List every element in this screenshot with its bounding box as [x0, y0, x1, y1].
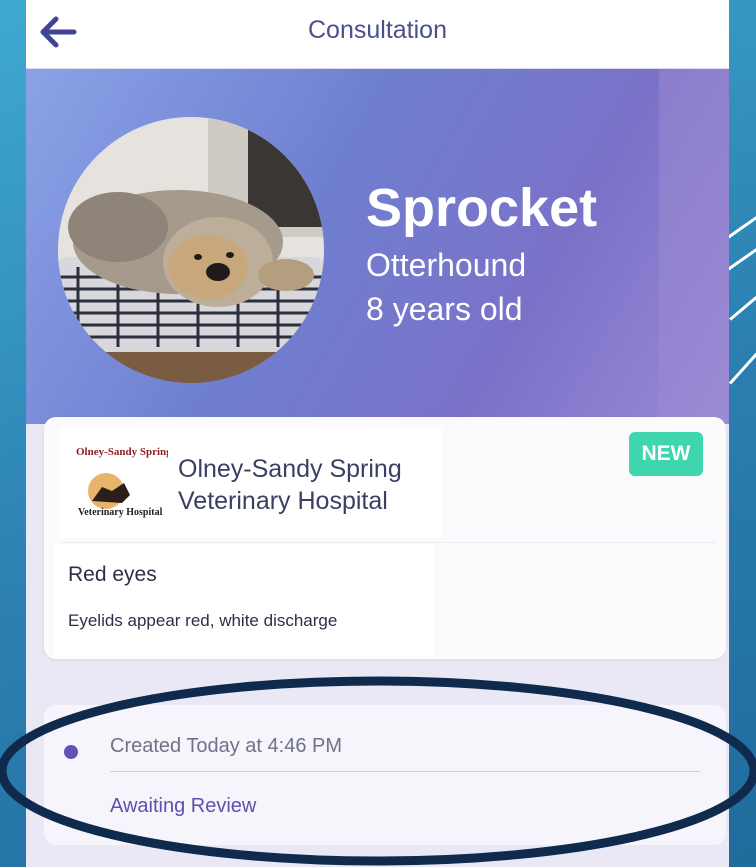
app-screen: Consultation Sprocket Otterhound 8 years… — [26, 0, 729, 867]
svg-text:Olney-Sandy Spring: Olney-Sandy Spring — [76, 446, 168, 458]
status-card: Created Today at 4:46 PM Awaiting Review — [44, 705, 726, 845]
decorative-line — [727, 213, 756, 239]
consultation-details: Red eyes Eyelids appear red, white disch… — [54, 545, 434, 655]
consultation-card[interactable]: Olney-Sandy Spring Veterinary Hospital O… — [44, 417, 726, 659]
new-badge: NEW — [629, 432, 703, 476]
decorative-line — [727, 245, 756, 271]
status-dot-icon — [64, 745, 78, 759]
status-label: Awaiting Review — [110, 795, 257, 817]
decorative-line — [729, 292, 756, 321]
complaint-title: Red eyes — [68, 563, 157, 586]
page-title: Consultation — [308, 16, 447, 44]
svg-text:Veterinary Hospital: Veterinary Hospital — [78, 507, 163, 518]
pet-breed: Otterhound — [366, 247, 527, 283]
decorative-line — [728, 352, 756, 385]
clinic-name: Olney-Sandy Spring Veterinary Hospital — [178, 455, 402, 515]
created-timestamp: Created Today at 4:46 PM — [110, 735, 342, 757]
pet-header: Sprocket Otterhound 8 years old — [26, 69, 729, 424]
complaint-description: Eyelids appear red, white discharge — [68, 611, 338, 630]
pet-photo — [58, 117, 324, 383]
clinic-info: Olney-Sandy Spring Veterinary Hospital O… — [60, 427, 442, 537]
pet-age: 8 years old — [366, 291, 523, 327]
divider — [60, 542, 716, 543]
pet-name: Sprocket — [366, 178, 598, 238]
divider — [110, 771, 700, 772]
clinic-logo: Olney-Sandy Spring Veterinary Hospital — [72, 443, 168, 531]
top-bar: Consultation — [26, 0, 729, 69]
